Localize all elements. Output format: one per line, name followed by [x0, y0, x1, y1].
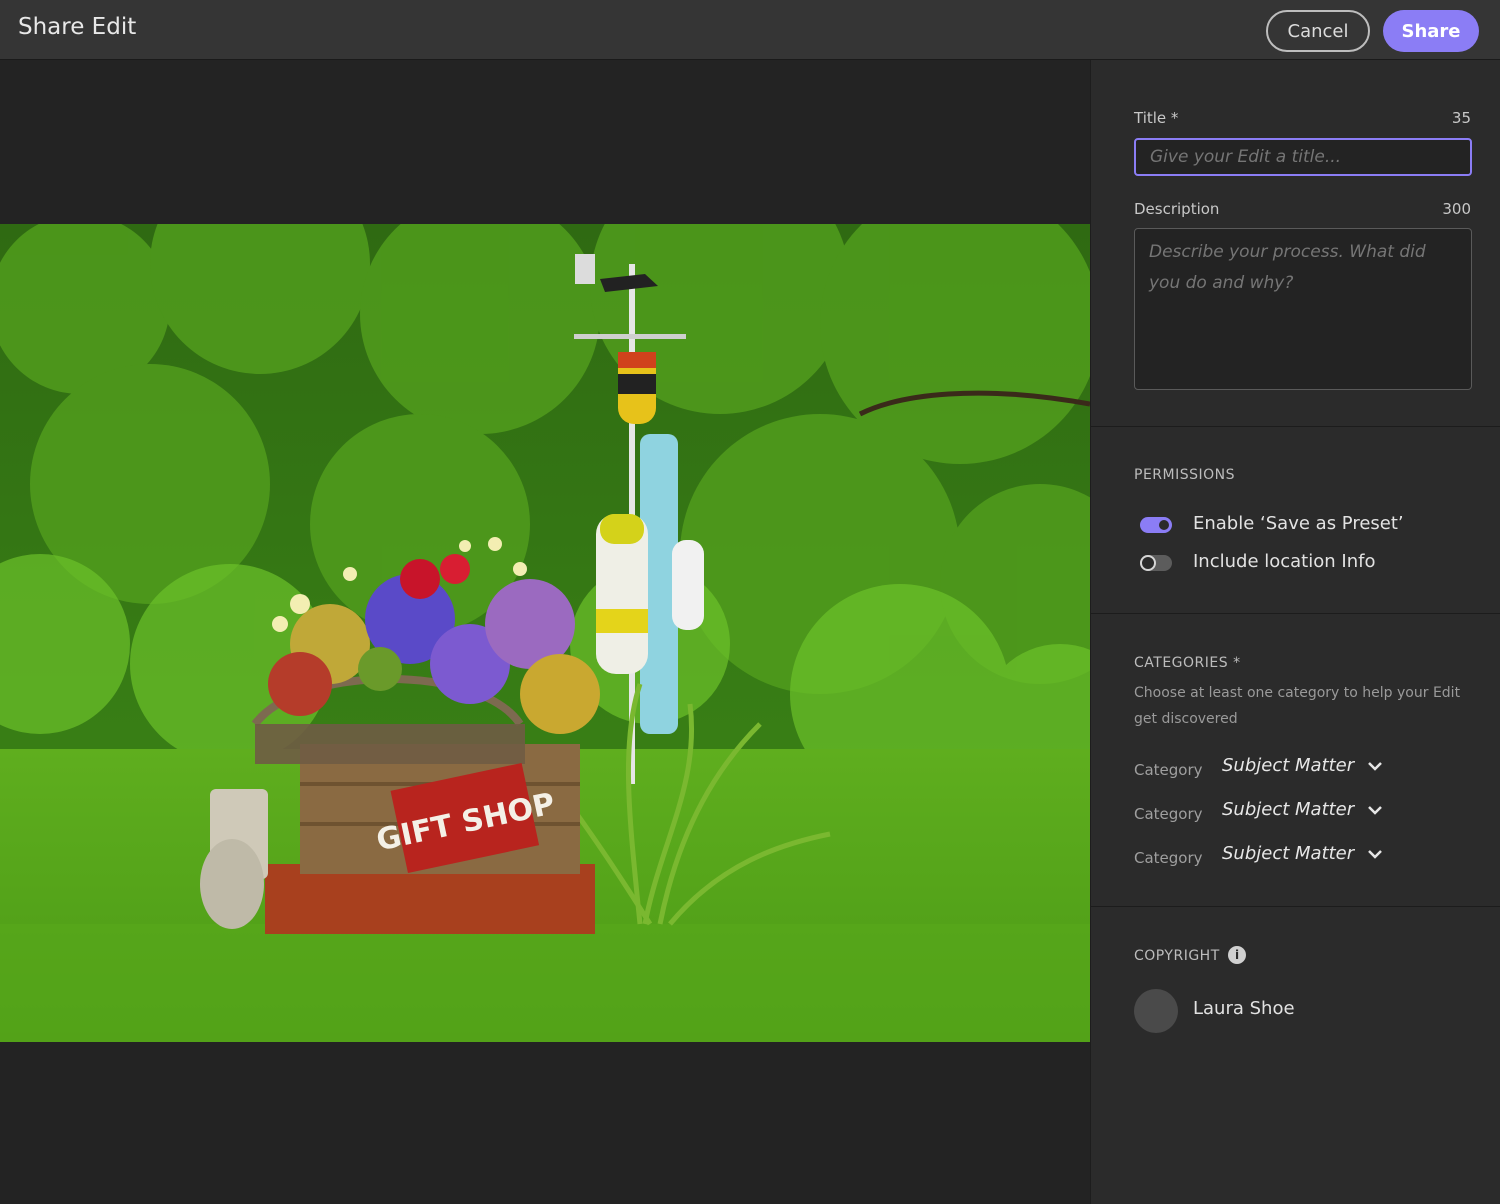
share-button[interactable]: Share: [1383, 10, 1479, 52]
category-dropdown[interactable]: Subject Matter: [1222, 755, 1384, 776]
description-label: Description: [1134, 200, 1220, 218]
divider: [1091, 613, 1500, 614]
share-settings-panel: Title * 35 Description 300 PERMISSIONS E…: [1090, 60, 1500, 1204]
categories-helper-text: Choose at least one category to help you…: [1134, 685, 1461, 727]
chevron-down-icon: [1368, 761, 1383, 771]
category-row: Category Subject Matter: [1134, 799, 1474, 829]
cancel-button[interactable]: Cancel: [1266, 10, 1370, 52]
title-input[interactable]: [1134, 138, 1472, 176]
category-value: Subject Matter: [1222, 755, 1355, 776]
title-char-count: 35: [1451, 109, 1471, 127]
category-label: Category: [1134, 761, 1203, 779]
description-char-count: 300: [1442, 200, 1471, 218]
permissions-heading: PERMISSIONS: [1134, 467, 1236, 483]
avatar: [1134, 989, 1178, 1033]
categories-heading: CATEGORIES *: [1134, 655, 1241, 671]
category-label: Category: [1134, 805, 1203, 823]
toggle-knob: [1159, 520, 1169, 530]
photo-preview: GIFT SHOP: [0, 224, 1090, 1042]
dialog-title: Share Edit: [18, 14, 137, 40]
divider: [1091, 906, 1500, 907]
save-as-preset-label: Enable ‘Save as Preset’: [1193, 513, 1404, 534]
title-label: Title *: [1134, 109, 1179, 127]
location-info-label: Include location Info: [1193, 551, 1376, 572]
category-row: Category Subject Matter: [1134, 755, 1474, 785]
category-value: Subject Matter: [1222, 799, 1355, 820]
photo-preview-area: GIFT SHOP: [0, 60, 1090, 1204]
copyright-heading: COPYRIGHT: [1134, 948, 1220, 964]
location-info-toggle[interactable]: [1140, 555, 1172, 571]
chevron-down-icon: [1368, 849, 1383, 859]
category-dropdown[interactable]: Subject Matter: [1222, 843, 1384, 864]
copyright-owner-name: Laura Shoe: [1193, 998, 1295, 1019]
category-dropdown[interactable]: Subject Matter: [1222, 799, 1384, 820]
info-icon[interactable]: i: [1228, 946, 1246, 964]
divider: [1091, 426, 1500, 427]
save-as-preset-toggle[interactable]: [1140, 517, 1172, 533]
category-value: Subject Matter: [1222, 843, 1355, 864]
chevron-down-icon: [1368, 805, 1383, 815]
toggle-knob: [1140, 555, 1156, 571]
share-edit-dialog: Share Edit Cancel Share GIFT SHOP Title …: [0, 0, 1500, 1204]
description-input[interactable]: [1134, 228, 1472, 390]
category-row: Category Subject Matter: [1134, 843, 1474, 873]
title-bar: Share Edit Cancel Share: [0, 0, 1500, 60]
category-label: Category: [1134, 849, 1203, 867]
